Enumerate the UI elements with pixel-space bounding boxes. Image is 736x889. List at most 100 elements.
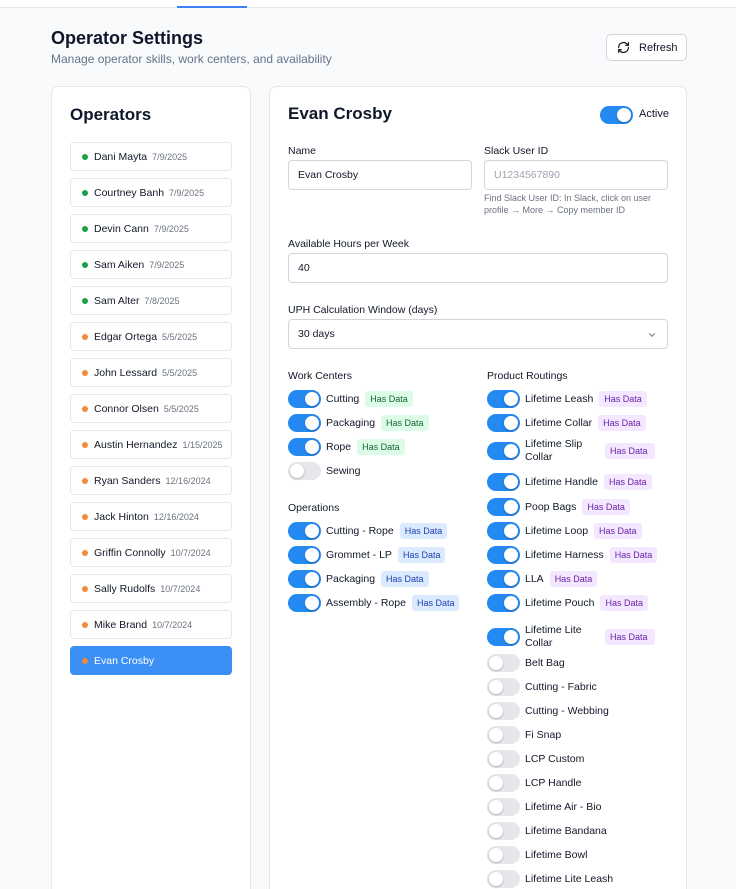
operator-name: Connor Olsen: [94, 402, 159, 415]
work-center-sewing: Sewing: [288, 462, 360, 480]
routing-lifetime-loop: Lifetime Loop Has Data: [487, 522, 642, 540]
status-dot: [82, 261, 88, 268]
routing-lifetime-collar: Lifetime Collar Has Data: [487, 414, 646, 432]
hours-input[interactable]: 40: [288, 253, 668, 283]
status-dot: [82, 513, 88, 520]
routing-toggle[interactable]: [487, 414, 520, 432]
slack-id-input[interactable]: U1234567890: [484, 160, 668, 190]
operator-last-date: 7/8/2025: [144, 295, 180, 306]
has-data-badge: Has Data: [605, 443, 655, 459]
work-centers-label: Work Centers: [288, 370, 352, 382]
has-data-badge: Has Data: [598, 415, 646, 431]
routing-toggle[interactable]: [487, 628, 520, 646]
operator-item-connor-olsen[interactable]: Connor Olsen 5/5/2025: [70, 394, 232, 423]
operator-name: Dani Mayta: [94, 150, 148, 163]
operation-packaging: Packaging Has Data: [288, 570, 429, 588]
has-data-badge: Has Data: [399, 523, 448, 539]
operator-item-john-lessard[interactable]: John Lessard 5/5/2025: [70, 358, 232, 387]
name-input[interactable]: Evan Crosby: [288, 160, 472, 190]
operator-name: Sally Rudolfs: [94, 582, 156, 595]
work-center-label: Sewing: [326, 464, 361, 477]
operator-name: Jack Hinton: [94, 510, 149, 523]
work-center-toggle[interactable]: [288, 414, 321, 432]
routing-toggle[interactable]: [487, 846, 520, 864]
routing-lifetime-bandana: Lifetime Bandana: [487, 822, 607, 840]
operator-last-date: 7/9/2025: [169, 187, 205, 198]
operator-item-austin-hernandez[interactable]: Austin Hernandez 1/15/2025: [70, 430, 232, 459]
operator-name: Griffin Connolly: [94, 546, 166, 559]
work-center-toggle[interactable]: [288, 390, 321, 408]
work-center-toggle[interactable]: [288, 438, 321, 456]
operation-toggle[interactable]: [288, 546, 321, 564]
operator-last-date: 12/16/2024: [165, 475, 211, 486]
routing-label: Cutting - Webbing: [525, 704, 609, 717]
operator-last-date: 10/7/2024: [170, 547, 211, 558]
routing-toggle[interactable]: [487, 798, 520, 816]
routing-toggle[interactable]: [487, 870, 520, 888]
routing-toggle[interactable]: [487, 390, 520, 408]
has-data-badge: Has Data: [599, 391, 647, 407]
routing-label: Lifetime Leash: [525, 392, 594, 405]
operator-item-sam-aiken[interactable]: Sam Aiken 7/9/2025: [70, 250, 232, 279]
operator-item-evan-crosby[interactable]: Evan Crosby: [70, 646, 232, 675]
routing-toggle[interactable]: [487, 654, 520, 672]
operator-item-dani-mayta[interactable]: Dani Mayta 7/9/2025: [70, 142, 232, 171]
routing-toggle[interactable]: [487, 750, 520, 768]
operation-toggle[interactable]: [288, 522, 321, 540]
operator-item-courtney-banh[interactable]: Courtney Banh 7/9/2025: [70, 178, 232, 207]
operator-item-sam-alter[interactable]: Sam Alter 7/8/2025: [70, 286, 232, 315]
has-data-badge: Has Data: [600, 595, 648, 611]
operator-name: Ryan Sanders: [94, 474, 161, 487]
status-dot: [82, 405, 88, 412]
routing-toggle[interactable]: [487, 522, 520, 540]
operator-last-date: 12/16/2024: [153, 511, 199, 522]
has-data-badge: Has Data: [411, 595, 460, 611]
operator-item-griffin-connolly[interactable]: Griffin Connolly 10/7/2024: [70, 538, 232, 567]
has-data-badge: Has Data: [397, 547, 446, 563]
routing-toggle[interactable]: [487, 822, 520, 840]
routing-label: Lifetime Bowl: [525, 848, 588, 861]
uph-window-label: UPH Calculation Window (days): [288, 304, 438, 316]
work-center-toggle[interactable]: [288, 462, 321, 480]
operator-name: Edgar Ortega: [94, 330, 158, 343]
routing-label: Lifetime Lite Leash: [525, 872, 614, 885]
operators-panel: Operators Dani Mayta 7/9/2025 Courtney Ban…: [51, 86, 251, 889]
operator-item-jack-hinton[interactable]: Jack Hinton 12/16/2024: [70, 502, 232, 531]
page-subtitle: Manage operator skills, work centers, an…: [51, 52, 332, 66]
routing-toggle[interactable]: [487, 594, 520, 612]
routing-cutting-webbing: Cutting - Webbing: [487, 702, 609, 720]
operator-item-mike-brand[interactable]: Mike Brand 10/7/2024: [70, 610, 232, 639]
routing-toggle[interactable]: [487, 546, 520, 564]
routing-toggle[interactable]: [487, 726, 520, 744]
refresh-button[interactable]: Refresh: [606, 34, 687, 61]
routing-toggle[interactable]: [487, 442, 520, 460]
routing-label: Lifetime Handle: [525, 475, 598, 488]
hours-label: Available Hours per Week: [288, 238, 410, 250]
routing-fi-snap: Fi Snap: [487, 726, 561, 744]
operator-item-edgar-ortega[interactable]: Edgar Ortega 5/5/2025: [70, 322, 232, 351]
routing-label: Lifetime Lite Collar: [525, 624, 582, 649]
routing-toggle[interactable]: [487, 473, 520, 491]
routing-toggle[interactable]: [487, 702, 520, 720]
routing-toggle[interactable]: [487, 498, 520, 516]
operator-last-date: 7/9/2025: [153, 223, 189, 234]
routing-toggle[interactable]: [487, 678, 520, 696]
operator-item-devin-cann[interactable]: Devin Cann 7/9/2025: [70, 214, 232, 243]
operation-assembly-rope: Assembly - Rope Has Data: [288, 594, 460, 612]
operator-item-sally-rudolfs[interactable]: Sally Rudolfs 10/7/2024: [70, 574, 232, 603]
operation-toggle[interactable]: [288, 570, 321, 588]
routing-lifetime-slip-collar: Lifetime Slip Collar Has Data: [487, 438, 655, 464]
status-dot: [82, 441, 88, 448]
uph-window-select[interactable]: 30 days: [288, 319, 668, 349]
active-toggle[interactable]: [600, 106, 633, 129]
routing-toggle[interactable]: [487, 774, 520, 792]
routing-lifetime-pouch: Lifetime Pouch Has Data: [487, 594, 648, 612]
operators-title: Operators: [70, 105, 152, 124]
has-data-badge: Has Data: [582, 499, 630, 515]
routing-lifetime-air-bio: Lifetime Air - Bio: [487, 798, 601, 816]
routing-toggle[interactable]: [487, 570, 520, 588]
operation-label: Cutting - Rope: [326, 524, 394, 537]
routing-lifetime-harness: Lifetime Harness Has Data: [487, 546, 658, 564]
operator-item-ryan-sanders[interactable]: Ryan Sanders 12/16/2024: [70, 466, 232, 495]
operation-toggle[interactable]: [288, 594, 321, 612]
